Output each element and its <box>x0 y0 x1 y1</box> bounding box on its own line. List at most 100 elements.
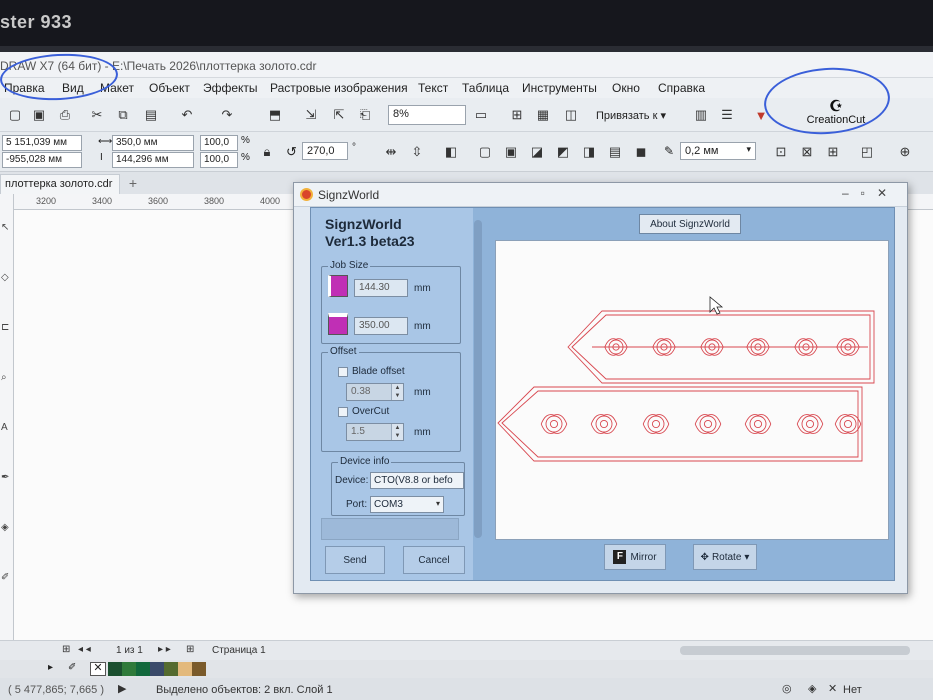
about-button[interactable]: About SignzWorld <box>639 214 741 234</box>
new-tab-icon[interactable]: + <box>124 175 142 193</box>
no-color-swatch[interactable]: ✕ <box>90 662 106 676</box>
redo-icon[interactable]: ↷ <box>216 104 238 126</box>
text-tool-icon[interactable]: A <box>1 422 8 433</box>
pick-tool-icon[interactable]: ↖ <box>1 222 9 233</box>
wrap-text-icon[interactable]: ⊠ <box>796 141 818 163</box>
port-select[interactable]: COM3 ▾ <box>370 496 444 513</box>
play-icon[interactable]: ▶ <box>118 682 126 695</box>
create-boundary-icon[interactable]: ▤ <box>604 141 626 163</box>
document-tab[interactable]: плоттерка золото.cdr <box>0 174 120 194</box>
device-select[interactable]: CTO(V8.8 or befo <box>370 472 464 489</box>
guidelines-icon[interactable]: ◫ <box>560 104 582 126</box>
rotation-angle-field[interactable]: 270,0 <box>302 142 348 160</box>
minimize-icon[interactable]: – <box>842 186 861 200</box>
job-height-field[interactable]: 144.30 <box>354 279 408 297</box>
eyedropper-icon[interactable]: ✐ <box>68 662 76 673</box>
combine-icon[interactable]: ◼ <box>630 141 652 163</box>
blade-offset-spinner[interactable]: 0.38 ▲ ▼ <box>346 383 404 401</box>
horizontal-scrollbar[interactable] <box>680 646 910 655</box>
intersect-icon[interactable]: ▣ <box>500 141 522 163</box>
print-icon[interactable]: ⎙ <box>54 104 76 126</box>
simplify-icon[interactable]: ◪ <box>526 141 548 163</box>
cancel-button[interactable]: Cancel <box>403 546 465 574</box>
page-tab[interactable]: Страница 1 <box>212 645 266 656</box>
show-grid-icon[interactable]: ▦ <box>532 104 554 126</box>
cut-icon[interactable]: ✂ <box>86 104 108 126</box>
color-swatch[interactable] <box>108 662 122 676</box>
mirror-h-icon[interactable]: ⇹ <box>380 141 402 163</box>
scale-x-field[interactable]: 100,0 <box>200 135 238 151</box>
outline-width-select[interactable]: 0,2 мм ▾ <box>680 142 756 160</box>
search-content-icon[interactable]: ⬒ <box>264 104 286 126</box>
object-width-field[interactable]: 350,0 мм <box>112 135 194 151</box>
paste-icon[interactable]: ▤ <box>140 104 162 126</box>
new-doc-icon[interactable]: ▢ <box>4 104 26 126</box>
palette-menu-icon[interactable]: ▸ <box>48 662 53 673</box>
color-swatch[interactable] <box>122 662 136 676</box>
close-icon[interactable]: ✕ <box>877 186 899 200</box>
select-all-icon[interactable]: ⊞ <box>822 141 844 163</box>
weld-icon[interactable]: ◧ <box>440 141 462 163</box>
options-icon[interactable]: ▥ <box>690 104 712 126</box>
outline-icon[interactable]: ✕ <box>828 682 837 695</box>
copy-icon[interactable]: ⧉ <box>112 104 134 126</box>
prev-page-icon[interactable]: ◂ ◂ <box>78 644 91 655</box>
scale-y-field[interactable]: 100,0 <box>200 152 238 168</box>
menu-bitmaps[interactable]: Растровые изображения <box>270 81 408 95</box>
undo-icon[interactable]: ↶ <box>176 104 198 126</box>
fill-icon[interactable]: ◈ <box>808 682 816 695</box>
crop-tool-icon[interactable]: ⊏ <box>1 322 9 333</box>
color-proof-icon[interactable]: ◎ <box>782 682 792 695</box>
add-icon[interactable]: ⊕ <box>894 141 916 163</box>
menu-help[interactable]: Справка <box>658 81 705 95</box>
send-button[interactable]: Send <box>325 546 385 574</box>
eyedropper-tool-icon[interactable]: ✐ <box>1 572 9 583</box>
rotate-button[interactable]: ✥ Rotate ▾ <box>693 544 757 570</box>
overcut-spinner[interactable]: 1.5 ▲ ▼ <box>346 423 404 441</box>
menu-window[interactable]: Окно <box>612 81 640 95</box>
publish-pdf-icon[interactable]: ⎗ <box>354 104 376 126</box>
job-width-field[interactable]: 350.00 <box>354 317 408 335</box>
add-page-icon[interactable]: ⊞ <box>186 644 194 655</box>
lock-ratio-icon[interactable]: 🔒︎ <box>256 141 278 163</box>
next-page-icon[interactable]: ▸ ▸ <box>158 644 171 655</box>
panel-splitter[interactable] <box>474 220 482 538</box>
object-height-field[interactable]: 144,296 мм <box>112 152 194 168</box>
full-screen-icon[interactable]: ▭ <box>470 104 492 126</box>
menu-table[interactable]: Таблица <box>462 81 509 95</box>
fill-tool-icon[interactable]: ◈ <box>1 522 9 533</box>
front-minus-back-icon[interactable]: ◩ <box>552 141 574 163</box>
import-icon[interactable]: ⇲ <box>300 104 322 126</box>
color-swatch[interactable] <box>164 662 178 676</box>
settings-icon[interactable]: ☰ <box>716 104 738 126</box>
maximize-icon[interactable]: ▫ <box>861 186 877 200</box>
mirror-button[interactable]: F Mirror <box>604 544 666 570</box>
pen-tool-icon[interactable]: ✒ <box>1 472 9 483</box>
back-minus-front-icon[interactable]: ◨ <box>578 141 600 163</box>
save-icon[interactable]: ▣ <box>28 104 50 126</box>
shape-tool-icon[interactable]: ◇ <box>1 272 9 283</box>
color-swatch[interactable] <box>178 662 192 676</box>
menu-text[interactable]: Текст <box>418 81 448 95</box>
object-x-field[interactable]: 5 151,039 мм <box>2 135 82 151</box>
snap-to-dropdown[interactable]: Привязать к ▾ <box>596 109 666 122</box>
menu-object[interactable]: Объект <box>149 81 190 95</box>
mirror-v-icon[interactable]: ⇳ <box>406 141 428 163</box>
color-swatch[interactable] <box>136 662 150 676</box>
color-swatch[interactable] <box>150 662 164 676</box>
zoom-select[interactable]: 8% <box>388 105 466 125</box>
spinner-arrows-icon[interactable]: ▲ ▼ <box>391 424 403 440</box>
spinner-arrows-icon[interactable]: ▲ ▼ <box>391 384 403 400</box>
export-icon[interactable]: ⇱ <box>328 104 350 126</box>
align-icon[interactable]: ⊡ <box>770 141 792 163</box>
menu-tools[interactable]: Инструменты <box>522 81 597 95</box>
zoom-tool-icon[interactable]: ⌕ <box>1 372 7 383</box>
menu-effects[interactable]: Эффекты <box>203 81 258 95</box>
quick-customize-icon[interactable]: ◰ <box>856 141 878 163</box>
overcut-checkbox[interactable] <box>338 407 348 417</box>
first-page-icon[interactable]: ⊞ <box>62 644 70 655</box>
color-swatch[interactable] <box>192 662 206 676</box>
show-rulers-icon[interactable]: ⊞ <box>506 104 528 126</box>
blade-offset-checkbox[interactable] <box>338 367 348 377</box>
object-y-field[interactable]: -955,028 мм <box>2 152 82 168</box>
